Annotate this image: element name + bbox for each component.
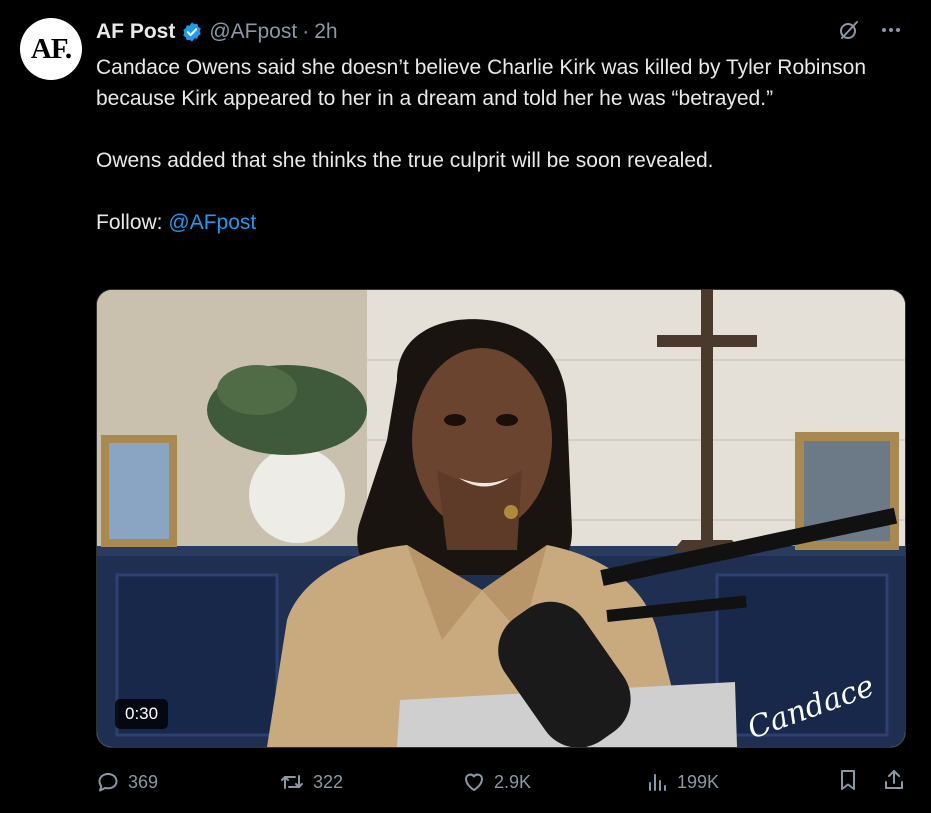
views-button[interactable]: 199K: [645, 770, 719, 794]
post-text: Candace Owens said she doesn’t believe C…: [96, 52, 886, 238]
repost-icon: [279, 770, 305, 794]
tweet-header: AF Post @AFpost · 2h: [96, 18, 338, 46]
reply-icon: [96, 770, 120, 794]
secondary-actions: [836, 768, 906, 797]
tweet[interactable]: AF. AF Post @AFpost · 2h Candace Owens s…: [0, 0, 931, 813]
repost-count: 322: [313, 771, 344, 792]
follow-label: Follow:: [96, 211, 163, 234]
more-icon[interactable]: [879, 18, 903, 42]
top-actions: [837, 18, 903, 42]
action-bar: 369 322 2.9K 199K: [96, 766, 906, 798]
video-player[interactable]: 0:30 Candace: [96, 289, 906, 748]
avatar[interactable]: AF.: [20, 18, 82, 80]
share-icon[interactable]: [882, 768, 906, 797]
grok-icon[interactable]: [837, 18, 861, 42]
reply-count: 369: [128, 771, 159, 792]
video-frame: [97, 290, 905, 747]
video-duration: 0:30: [115, 699, 169, 729]
repost-button[interactable]: 322: [279, 770, 343, 794]
post-follow-line: Follow: @AFpost: [96, 207, 886, 238]
avatar-logo-text: AF.: [30, 32, 72, 65]
account-name[interactable]: AF Post: [96, 20, 175, 44]
follow-link[interactable]: @AFpost: [168, 211, 256, 234]
views-icon: [645, 770, 669, 794]
post-paragraph-1: Candace Owens said she doesn’t believe C…: [96, 56, 867, 110]
account-handle[interactable]: @AFpost: [209, 20, 297, 44]
post-paragraph-2: Owens added that she thinks the true cul…: [96, 149, 714, 172]
reply-button[interactable]: 369: [96, 770, 158, 794]
like-count: 2.9K: [494, 771, 532, 792]
bookmark-icon[interactable]: [836, 768, 860, 797]
like-button[interactable]: 2.9K: [462, 770, 531, 794]
separator-dot: ·: [302, 20, 310, 43]
like-icon: [462, 770, 486, 794]
views-count: 199K: [677, 771, 720, 792]
verified-badge-icon: [181, 21, 203, 43]
post-time[interactable]: 2h: [314, 20, 337, 44]
